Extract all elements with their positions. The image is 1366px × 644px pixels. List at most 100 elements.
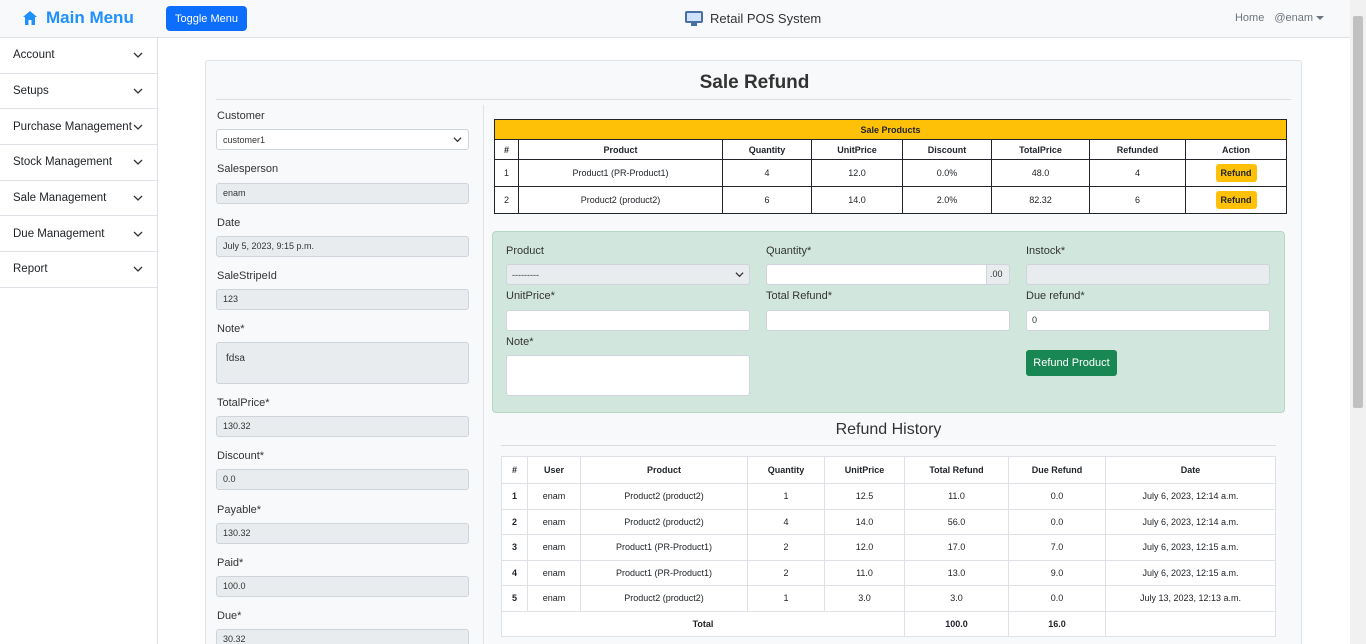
due-refund-input[interactable]: 0 [1026, 310, 1270, 331]
user-cell: enam [527, 585, 581, 612]
product-select-value: --------- [512, 269, 539, 280]
total-price-field[interactable]: 130.32 [216, 416, 469, 437]
refund-product-button[interactable]: Refund Product [1026, 350, 1117, 376]
refund-history-divider [501, 445, 1276, 446]
table-row: 1 Product1 (PR-Product1) 4 12.0 0.0% 48.… [494, 159, 1287, 187]
product-select[interactable]: --------- [506, 264, 750, 285]
col-header: Product [580, 456, 748, 484]
total-refund-sum: 100.0 [904, 610, 1009, 637]
payable-field[interactable]: 130.32 [216, 523, 469, 544]
row-num: 3 [501, 534, 528, 561]
chevron-down-icon [133, 195, 143, 202]
chevron-down-icon [133, 124, 143, 130]
unit-price-cell: 12.0 [824, 534, 905, 561]
col-header: Due Refund [1008, 456, 1106, 484]
stripe-id-field[interactable]: 123 [216, 289, 469, 310]
quantity-label: Quantity* [766, 245, 812, 257]
row-num: 4 [501, 559, 528, 586]
refund-button[interactable]: Refund [1215, 191, 1257, 209]
quantity-addon: .00 [986, 264, 1010, 285]
quantity-input[interactable] [766, 264, 987, 285]
user-menu[interactable]: @enam [1274, 12, 1324, 24]
row-num: 2 [494, 186, 519, 214]
salesperson-field[interactable]: enam [216, 183, 469, 204]
home-icon [23, 11, 37, 25]
sidebar-item-purchase-management[interactable]: Purchase Management [0, 109, 157, 146]
col-header: Date [1105, 456, 1276, 484]
date-cell: July 6, 2023, 12:14 a.m. [1105, 483, 1276, 510]
refund-note-textarea[interactable] [506, 355, 750, 396]
table-row: 4 enam Product1 (PR-Product1) 2 11.0 13.… [501, 559, 1276, 586]
salesperson-label: Salesperson [217, 163, 279, 175]
row-num: 5 [501, 585, 528, 612]
chevron-down-icon [133, 159, 143, 166]
sidebar-item-label: Setups [13, 85, 49, 98]
table-row: 3 enam Product1 (PR-Product1) 2 12.0 17.… [501, 534, 1276, 561]
brand[interactable]: Main Menu [22, 8, 134, 28]
due-field[interactable]: 30.32 [216, 629, 469, 644]
total-refund-input[interactable] [766, 310, 1010, 331]
chevron-down-icon [453, 137, 462, 143]
unit-price-cell: 11.0 [824, 559, 905, 586]
row-num: 1 [494, 159, 519, 187]
total-refund-cell: 17.0 [904, 534, 1009, 561]
sidebar-item-label: Purchase Management [13, 120, 132, 133]
col-header: Discount [902, 139, 992, 160]
scrollbar-thumb[interactable] [1353, 16, 1363, 408]
chevron-down-icon [133, 231, 143, 237]
chevron-down-icon [133, 88, 143, 94]
instock-field[interactable] [1026, 264, 1270, 285]
sidebar-item-report[interactable]: Report [0, 252, 157, 288]
home-link[interactable]: Home [1235, 12, 1264, 24]
quantity-cell: 4 [747, 508, 825, 535]
refund-history-title: Refund History [835, 421, 942, 438]
user-cell: enam [527, 483, 581, 510]
date-cell: July 6, 2023, 12:15 a.m. [1105, 559, 1276, 586]
total-refund-label: Total Refund* [766, 290, 833, 302]
col-header: UnitPrice [811, 139, 903, 160]
page-scrollbar[interactable] [1350, 0, 1366, 644]
discount-field[interactable]: 0.0 [216, 469, 469, 490]
sidebar-item-setups[interactable]: Setups [0, 74, 157, 110]
action-cell: Refund [1185, 186, 1287, 214]
row-num: 2 [501, 508, 528, 535]
date-field[interactable]: July 5, 2023, 9:15 p.m. [216, 236, 469, 257]
date-cell: July 6, 2023, 12:15 a.m. [1105, 534, 1276, 561]
col-header: Quantity [722, 139, 812, 160]
quantity-cell: 4 [722, 159, 812, 187]
sidebar-item-due-management[interactable]: Due Management [0, 216, 157, 253]
total-price-cell: 48.0 [991, 159, 1090, 187]
table-row: 1 enam Product2 (product2) 1 12.5 11.0 0… [501, 483, 1276, 510]
date-cell: July 13, 2023, 12:13 a.m. [1105, 585, 1276, 612]
customer-select[interactable]: customer1 [216, 129, 469, 150]
chevron-down-icon [735, 272, 744, 278]
sidebar-item-account[interactable]: Account [0, 38, 157, 74]
note-field[interactable]: fdsa [216, 342, 469, 384]
unit-price-input[interactable] [506, 310, 750, 331]
user-cell: enam [527, 559, 581, 586]
paid-field[interactable]: 100.0 [216, 576, 469, 597]
row-num: 1 [501, 483, 528, 510]
toggle-menu-button[interactable]: Toggle Menu [166, 6, 247, 31]
table-row: 2 enam Product2 (product2) 4 14.0 56.0 0… [501, 508, 1276, 535]
due-refund-cell: 0.0 [1008, 585, 1106, 612]
app-title: Retail POS System [684, 9, 821, 27]
col-header: Refunded [1089, 139, 1186, 160]
col-header: TotalPrice [991, 139, 1090, 160]
sidebar-item-label: Stock Management [13, 156, 113, 169]
refund-history-table: # User Product Quantity UnitPrice Total … [501, 456, 1276, 637]
col-header: # [494, 139, 519, 160]
sidebar-item-label: Due Management [13, 227, 105, 240]
instock-label: Instock* [1026, 245, 1066, 257]
sidebar-item-label: Report [13, 263, 48, 276]
sidebar-item-sale-management[interactable]: Sale Management [0, 181, 157, 217]
refund-button[interactable]: Refund [1215, 164, 1257, 182]
product-cell: Product1 (PR-Product1) [518, 159, 723, 187]
payable-label: Payable* [217, 504, 262, 516]
customer-value: customer1 [223, 134, 266, 145]
caret-down-icon [1316, 16, 1324, 21]
sidebar-item-stock-management[interactable]: Stock Management [0, 145, 157, 181]
total-refund-cell: 11.0 [904, 483, 1009, 510]
unit-price-label: UnitPrice* [506, 290, 555, 302]
due-refund-cell: 0.0 [1008, 483, 1106, 510]
